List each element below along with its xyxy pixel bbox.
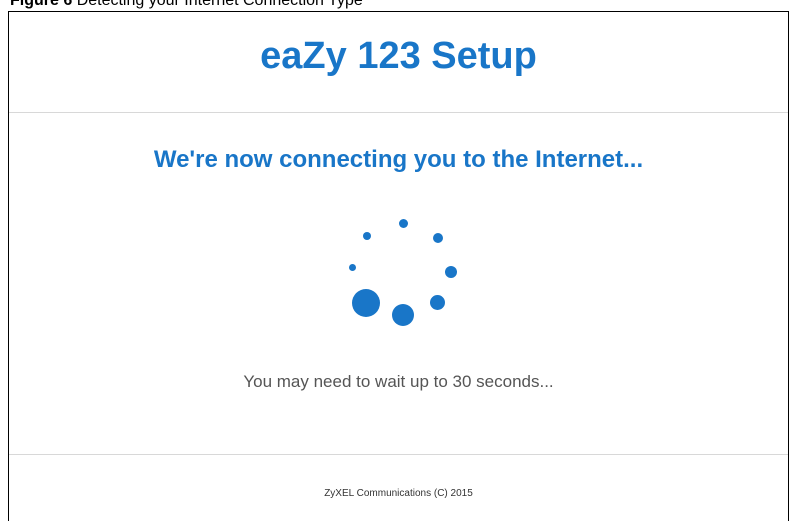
footer: ZyXEL Communications (C) 2015 — [9, 454, 788, 523]
spinner-dot — [363, 232, 371, 240]
wait-message: You may need to wait up to 30 seconds... — [243, 372, 554, 391]
copyright-text: ZyXEL Communications (C) 2015 — [324, 488, 473, 499]
figure-caption-label: Figure 6 — [10, 0, 73, 9]
main-content: We're now connecting you to the Internet… — [9, 113, 788, 454]
spinner-dot — [430, 295, 445, 310]
setup-window: eaZy 123 Setup We're now connecting you … — [8, 11, 789, 521]
status-heading: We're now connecting you to the Internet… — [153, 146, 644, 173]
spinner-dot — [349, 264, 356, 271]
header: eaZy 123 Setup — [9, 12, 788, 113]
loading-spinner-icon — [347, 219, 457, 334]
figure-caption-text: Detecting your Internet Connection Type — [76, 0, 363, 9]
spinner-dot — [445, 266, 457, 278]
spinner-dot — [399, 219, 408, 228]
spinner-dot — [433, 233, 443, 243]
spinner-dot — [392, 304, 414, 326]
spinner-dot — [352, 289, 380, 317]
app-title: eaZy 123 Setup — [260, 34, 537, 77]
